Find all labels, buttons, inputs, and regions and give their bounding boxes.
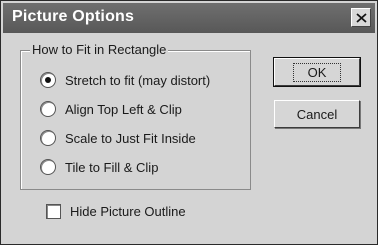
close-button[interactable] <box>351 8 371 27</box>
dialog-title: Picture Options <box>12 8 135 25</box>
hide-outline-checkbox[interactable] <box>46 204 61 219</box>
radio-label-tile: Tile to Fill & Clip <box>65 159 159 175</box>
cancel-button-label: Cancel <box>296 106 338 122</box>
radio-button-selected[interactable] <box>40 72 56 88</box>
ok-button[interactable]: OK <box>273 57 361 87</box>
hide-outline-label: Hide Picture Outline <box>70 204 186 219</box>
radio-label-stretch: Stretch to fit (may distort) <box>65 72 211 88</box>
close-icon <box>355 12 367 23</box>
hide-outline-checkbox-row[interactable]: Hide Picture Outline <box>46 204 186 219</box>
radio-tile-to-fill[interactable]: Tile to Fill & Clip <box>40 159 158 175</box>
group-label: How to Fit in Rectangle <box>30 42 169 57</box>
radio-button[interactable] <box>40 101 56 117</box>
radio-button[interactable] <box>40 130 56 146</box>
radio-stretch-to-fit[interactable]: Stretch to fit (may distort) <box>40 72 210 88</box>
radio-label-scale: Scale to Just Fit Inside <box>65 130 196 146</box>
cancel-button[interactable]: Cancel <box>274 100 360 128</box>
radio-label-align: Align Top Left & Clip <box>65 101 182 117</box>
radio-align-top-left[interactable]: Align Top Left & Clip <box>40 101 182 117</box>
radio-scale-to-fit[interactable]: Scale to Just Fit Inside <box>40 130 196 146</box>
title-bar: Picture Options <box>3 3 375 33</box>
radio-button[interactable] <box>40 159 56 175</box>
ok-button-label: OK <box>292 62 342 82</box>
